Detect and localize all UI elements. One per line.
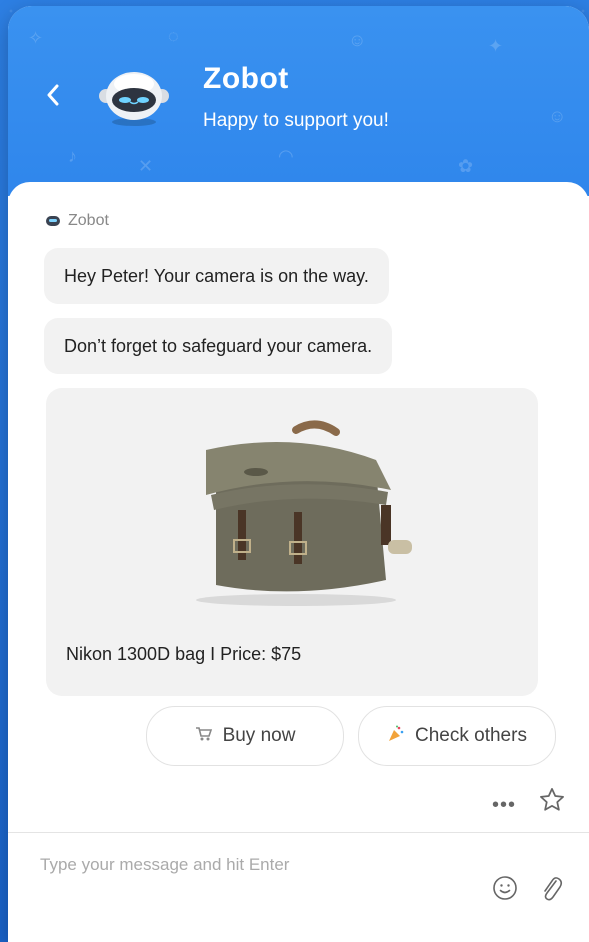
buy-now-button[interactable]: Buy now <box>146 706 344 766</box>
header-doodle: ◠ <box>278 146 294 166</box>
header-doodle: ☺ <box>548 106 567 126</box>
buy-now-label: Buy now <box>222 725 296 746</box>
header-doodle: ♪ <box>68 146 77 166</box>
header-doodle: ◌ <box>168 26 179 46</box>
product-caption: Nikon 1300D bag I Price: $75 <box>66 644 302 664</box>
header-doodle: ☺ <box>348 30 367 50</box>
message-bubble: Hey Peter! Your camera is on the way. <box>44 248 389 304</box>
header-doodle: ✿ <box>458 156 474 176</box>
chat-header: ✧ ◌ ☺ ✦ ♪ ✕ ◠ ✿ ☺ Zobot Happy to support… <box>8 6 589 196</box>
message-bubble: Don’t forget to safeguard your camera. <box>44 318 393 374</box>
bot-subtitle: Happy to support you! <box>203 110 389 131</box>
message-text: Don’t forget to safeguard your camera. <box>64 335 373 356</box>
bot-name: Zobot <box>203 62 289 95</box>
composer <box>8 833 589 942</box>
product-card[interactable]: Nikon 1300D bag I Price: $75 <box>46 388 538 696</box>
bot-avatar <box>96 64 172 128</box>
check-others-button[interactable]: Check others <box>358 706 556 766</box>
more-dots-icon[interactable]: ••• <box>492 794 516 817</box>
header-doodle: ✧ <box>28 28 44 48</box>
check-others-label: Check others <box>415 725 527 746</box>
sender-name: Zobot <box>68 212 109 229</box>
message-text: Hey Peter! Your camera is on the way. <box>64 265 369 286</box>
paperclip-icon[interactable] <box>538 873 564 903</box>
message-input[interactable] <box>38 849 442 881</box>
star-icon[interactable] <box>538 786 566 814</box>
back-chevron-icon[interactable] <box>42 82 64 108</box>
header-doodle: ✕ <box>138 156 154 176</box>
chat-widget: ✧ ◌ ☺ ✦ ♪ ✕ ◠ ✿ ☺ Zobot Happy to support… <box>8 6 589 942</box>
cart-icon <box>195 726 213 747</box>
camera-bag-image <box>196 420 412 606</box>
conversation-panel: Zobot Hey Peter! Your camera is on the w… <box>8 182 589 832</box>
sender-label: Zobot <box>46 212 109 230</box>
party-popper-icon <box>387 725 405 748</box>
bot-mini-icon <box>46 216 60 226</box>
header-doodle: ✦ <box>488 36 504 56</box>
smiley-icon[interactable] <box>492 875 518 901</box>
